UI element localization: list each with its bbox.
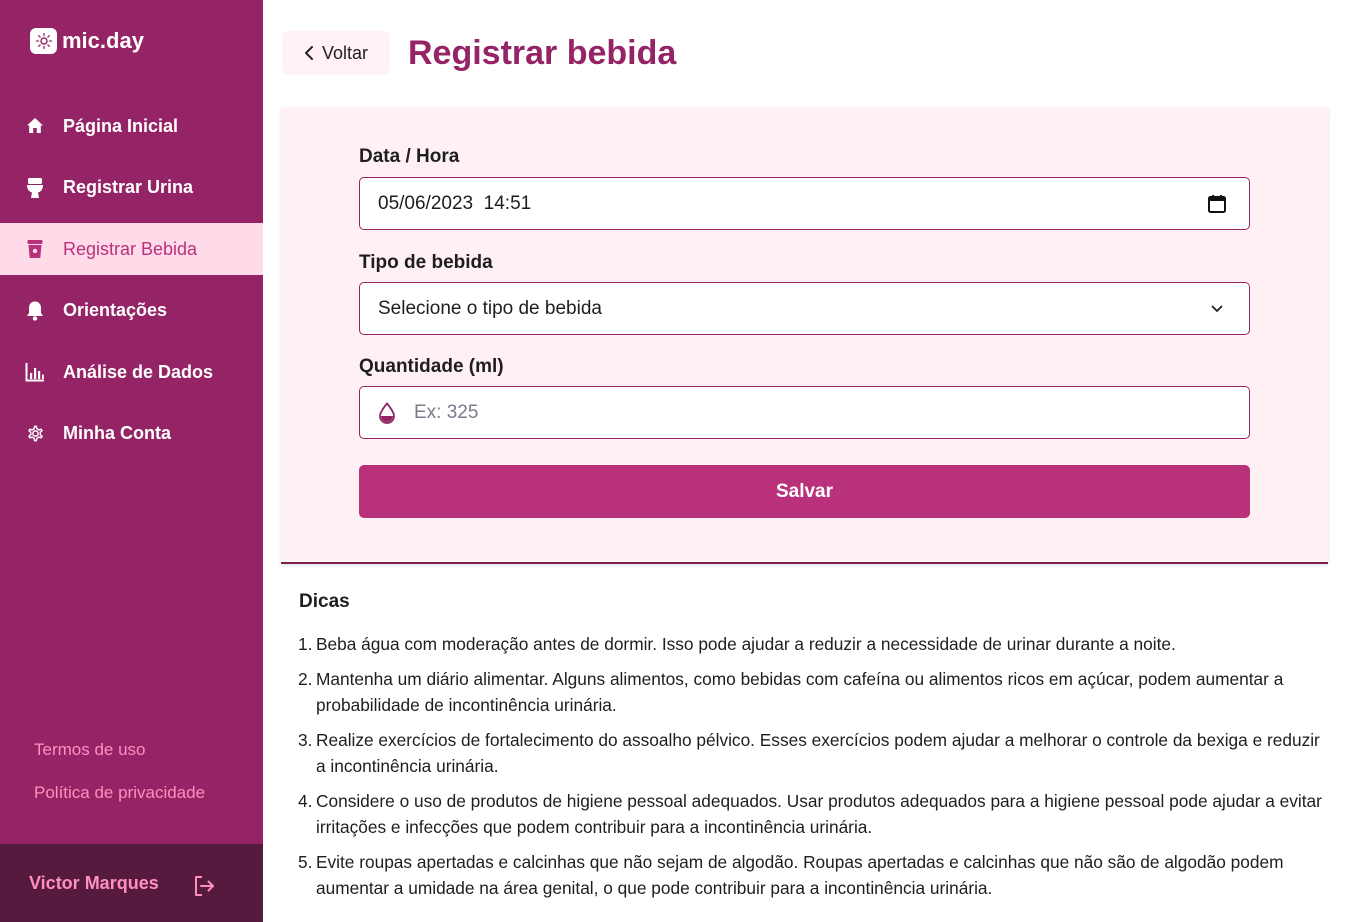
tip-text: Mantenha um diário alimentar. Alguns ali… — [316, 668, 1284, 716]
drink-type-value: Selecione o tipo de bebida — [378, 297, 602, 319]
tips-title: Dicas — [299, 591, 350, 612]
datetime-field[interactable]: 05/06/2023 14:51 — [359, 177, 1250, 230]
back-button[interactable]: Voltar — [282, 31, 390, 75]
back-label: Voltar — [322, 42, 369, 63]
logo-icon — [30, 28, 57, 54]
tips-list: 1. Beba água com moderação antes de dormi… — [298, 631, 1328, 910]
list-item: 4. Considere o uso de produtos de higiene… — [298, 788, 1328, 841]
sidebar-item-home[interactable]: Página Inicial — [0, 100, 263, 152]
drink-type-label: Tipo de bebida — [359, 252, 493, 273]
quantity-field[interactable] — [359, 386, 1250, 439]
privacy-link[interactable]: Política de privacidade — [34, 783, 205, 803]
app-name: mic.day — [62, 28, 144, 53]
sidebar-item-label: Minha Conta — [63, 423, 171, 443]
page-title: Registrar bebida — [408, 34, 677, 72]
sidebar-item-label: Análise de Dados — [63, 361, 214, 382]
sidebar-footer-links: Termos de uso Política de privacidade — [34, 740, 205, 826]
tip-text: Evite roupas apertadas e calcinhas que n… — [316, 851, 1284, 899]
tip-number: 4. — [298, 790, 313, 811]
tip-text: Realize exercícios de fortalecimento do … — [316, 729, 1320, 777]
list-item: 1. Beba água com moderação antes de dormi… — [298, 631, 1328, 658]
toilet-icon — [24, 177, 46, 199]
sidebar-item-register-urine[interactable]: Registrar Urina — [0, 162, 263, 214]
sidebar-nav: Página Inicial Registrar Urina Registrar… — [0, 100, 263, 469]
sidebar-item-register-drink[interactable]: Registrar Bebida — [0, 223, 263, 275]
chevron-down-icon — [1205, 297, 1229, 321]
save-button[interactable]: Salvar — [359, 465, 1250, 518]
drink-type-select[interactable]: Selecione o tipo de bebida — [359, 282, 1250, 335]
droplet-icon — [376, 401, 398, 424]
user-bar: Victor Marques — [0, 844, 263, 922]
tip-number: 3. — [298, 729, 313, 750]
cup-icon — [24, 238, 46, 260]
logout-icon[interactable] — [192, 874, 216, 898]
sidebar-item-my-account[interactable]: Minha Conta — [0, 408, 263, 460]
list-item: 2. Mantenha um diário alimentar. Alguns a… — [298, 666, 1328, 719]
sidebar-item-label: Orientações — [63, 300, 168, 320]
terms-link[interactable]: Termos de uso — [34, 740, 205, 760]
chevron-left-icon — [305, 46, 313, 60]
calendar-icon[interactable] — [1205, 192, 1229, 216]
tip-text: Considere o uso de produtos de higiene p… — [316, 790, 1322, 838]
user-name: Victor Marques — [29, 872, 159, 893]
drink-form-card: Data / Hora 05/06/2023 14:51 Tipo de beb… — [281, 108, 1328, 564]
tip-number: 2. — [298, 668, 313, 689]
sidebar-item-guidance[interactable]: Orientações — [0, 285, 263, 337]
quantity-input[interactable] — [414, 401, 1249, 424]
list-item: 5. Evite roupas apertadas e calcinhas que… — [298, 849, 1328, 902]
gear-icon — [24, 423, 46, 445]
sidebar: mic.day Página Inicial Registrar Urina R… — [0, 0, 263, 922]
list-item: 3. Realize exercícios de fortalecimento d… — [298, 727, 1328, 780]
tip-text: Beba água com moderação antes de dormir.… — [316, 634, 1176, 654]
bell-icon — [24, 300, 46, 322]
sidebar-item-label: Registrar Urina — [63, 177, 194, 197]
datetime-value: 05/06/2023 14:51 — [378, 192, 532, 214]
tip-number: 1. — [298, 634, 313, 654]
sidebar-item-label: Registrar Bebida — [63, 238, 198, 259]
home-icon — [24, 115, 46, 137]
sidebar-item-data-analysis[interactable]: Análise de Dados — [0, 346, 263, 398]
sidebar-item-label: Página Inicial — [63, 115, 179, 136]
bar-chart-icon — [24, 361, 46, 383]
app-logo[interactable]: mic.day — [30, 28, 144, 54]
datetime-label: Data / Hora — [359, 146, 460, 167]
tip-number: 5. — [298, 851, 313, 872]
quantity-label: Quantidade (ml) — [359, 356, 504, 377]
